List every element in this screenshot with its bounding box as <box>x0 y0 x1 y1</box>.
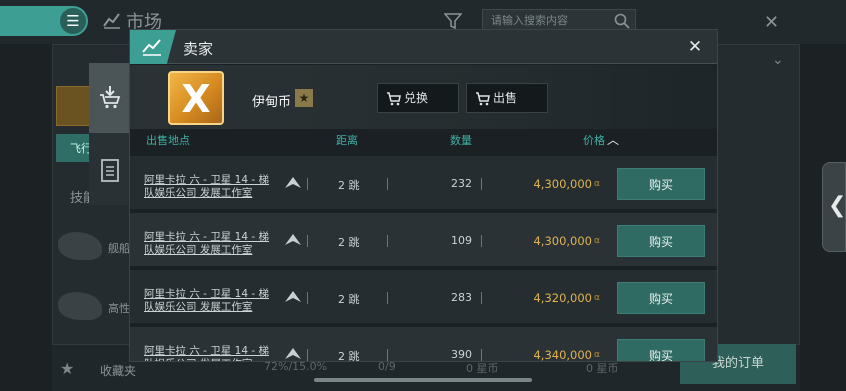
seller-location-link[interactable]: 阿里卡拉 六 - 卫星 14 - 梯队娱乐公司 发展工作室 <box>144 231 276 257</box>
jump-distance: 2 跳 <box>338 293 360 306</box>
price-value: 4,300,000 <box>533 177 592 191</box>
jump-distance: 2 跳 <box>338 236 360 249</box>
table-row: 阿里卡拉 六 - 卫星 14 - 梯队娱乐公司 发展工作室 2 跳 390 4,… <box>130 327 717 362</box>
price-value: 4,300,000 <box>533 234 592 248</box>
modal-header: 卖家 ✕ <box>130 30 717 64</box>
star-icon[interactable]: ★ <box>295 89 313 107</box>
category-label-high[interactable]: 高性 <box>108 300 130 316</box>
chevron-left-icon: ❮ <box>828 193 846 218</box>
chart-icon <box>142 39 161 56</box>
currency-symbol: α <box>594 350 600 360</box>
exchange-button[interactable]: 兑换 <box>377 83 459 113</box>
divider <box>387 349 388 361</box>
modal-title: 卖家 <box>183 40 214 58</box>
sort-ascending-icon[interactable]: ︿ <box>607 131 619 148</box>
divider <box>307 235 308 247</box>
eden-coin-icon: X <box>168 71 224 125</box>
currency-symbol: α <box>594 236 600 246</box>
seller-location-link[interactable]: 阿里卡拉 六 - 卫星 14 - 梯队娱乐公司 发展工作室 <box>144 174 276 200</box>
side-drawer-handle[interactable]: ❮ <box>822 162 846 252</box>
tab-buyers[interactable] <box>89 135 131 205</box>
column-distance[interactable]: 距离 <box>336 132 358 148</box>
modal-side-tabs <box>89 63 131 205</box>
route-icon[interactable] <box>284 233 302 247</box>
column-location[interactable]: 出售地点 <box>146 132 190 148</box>
home-indicator <box>314 378 532 382</box>
quantity-value: 283 <box>451 291 472 304</box>
hamburger-icon: ☰ <box>60 8 86 34</box>
currency-symbol: α <box>594 293 600 303</box>
divider <box>481 178 482 190</box>
route-icon[interactable] <box>284 347 302 361</box>
buy-button[interactable]: 购买 <box>617 282 705 314</box>
favorites-label[interactable]: 收藏夹 <box>100 362 136 379</box>
sell-button[interactable]: 出售 <box>466 83 548 113</box>
divider <box>387 178 388 190</box>
cart-download-icon <box>100 86 121 109</box>
currency-symbol: α <box>594 179 600 189</box>
quantity-value: 390 <box>451 348 472 361</box>
close-icon[interactable]: ✕ <box>684 36 706 58</box>
quantity-value: 232 <box>451 177 472 190</box>
divider <box>307 349 308 361</box>
divider <box>481 349 482 361</box>
divider <box>307 292 308 304</box>
table-row: 阿里卡拉 六 - 卫星 14 - 梯队娱乐公司 发展工作室 2 跳 109 4,… <box>130 213 717 268</box>
divider <box>307 178 308 190</box>
divider <box>481 235 482 247</box>
item-info-bar: X 伊甸币 ★ 兑换 出售 <box>130 65 717 129</box>
menu-button[interactable]: ☰ <box>0 6 88 36</box>
jump-distance: 2 跳 <box>338 179 360 192</box>
divider <box>387 292 388 304</box>
column-price[interactable]: 价格 <box>583 132 605 148</box>
table-row: 阿里卡拉 六 - 卫星 14 - 梯队娱乐公司 发展工作室 2 跳 232 4,… <box>130 156 717 211</box>
star-icon[interactable]: ★ <box>60 359 74 378</box>
price-value: 4,340,000 <box>533 348 592 362</box>
chart-icon <box>103 13 120 29</box>
stat-balance-1: 0 星币 <box>466 362 499 375</box>
stat-balance-2: 0 星币 <box>586 362 619 375</box>
filter-icon[interactable] <box>444 12 462 30</box>
jump-distance: 2 跳 <box>338 350 360 362</box>
price-value: 4,320,000 <box>533 291 592 305</box>
divider <box>481 292 482 304</box>
search-icon[interactable] <box>614 13 630 29</box>
category-label-ships[interactable]: 舰船 <box>108 240 130 256</box>
table-row: 阿里卡拉 六 - 卫星 14 - 梯队娱乐公司 发展工作室 2 跳 283 4,… <box>130 270 717 325</box>
item-name: 伊甸币 <box>252 95 292 110</box>
route-icon[interactable] <box>284 176 302 190</box>
clipboard-icon <box>101 159 119 182</box>
seller-location-link[interactable]: 阿里卡拉 六 - 卫星 14 - 梯队娱乐公司 发展工作室 <box>144 288 276 314</box>
route-icon[interactable] <box>284 290 302 304</box>
chevron-down-icon[interactable]: ⌄ <box>772 52 784 68</box>
tab-sellers[interactable] <box>89 63 131 133</box>
buy-button[interactable]: 购买 <box>617 168 705 200</box>
seller-location-link[interactable]: 阿里卡拉 六 - 卫星 14 - 梯队娱乐公司 发展工作室 <box>144 345 276 361</box>
cart-exchange-icon <box>387 92 401 106</box>
divider <box>387 235 388 247</box>
buy-button[interactable]: 购买 <box>617 339 705 361</box>
column-quantity[interactable]: 数量 <box>450 132 472 148</box>
buy-button[interactable]: 购买 <box>617 225 705 257</box>
close-icon[interactable]: ✕ <box>764 12 779 33</box>
quantity-value: 109 <box>451 234 472 247</box>
seller-modal: 卖家 ✕ X 伊甸币 ★ 兑换 出售 出售地点 距离 数量 价格 ︿ 阿里卡拉 … <box>129 29 718 362</box>
cart-sell-icon <box>476 92 490 106</box>
